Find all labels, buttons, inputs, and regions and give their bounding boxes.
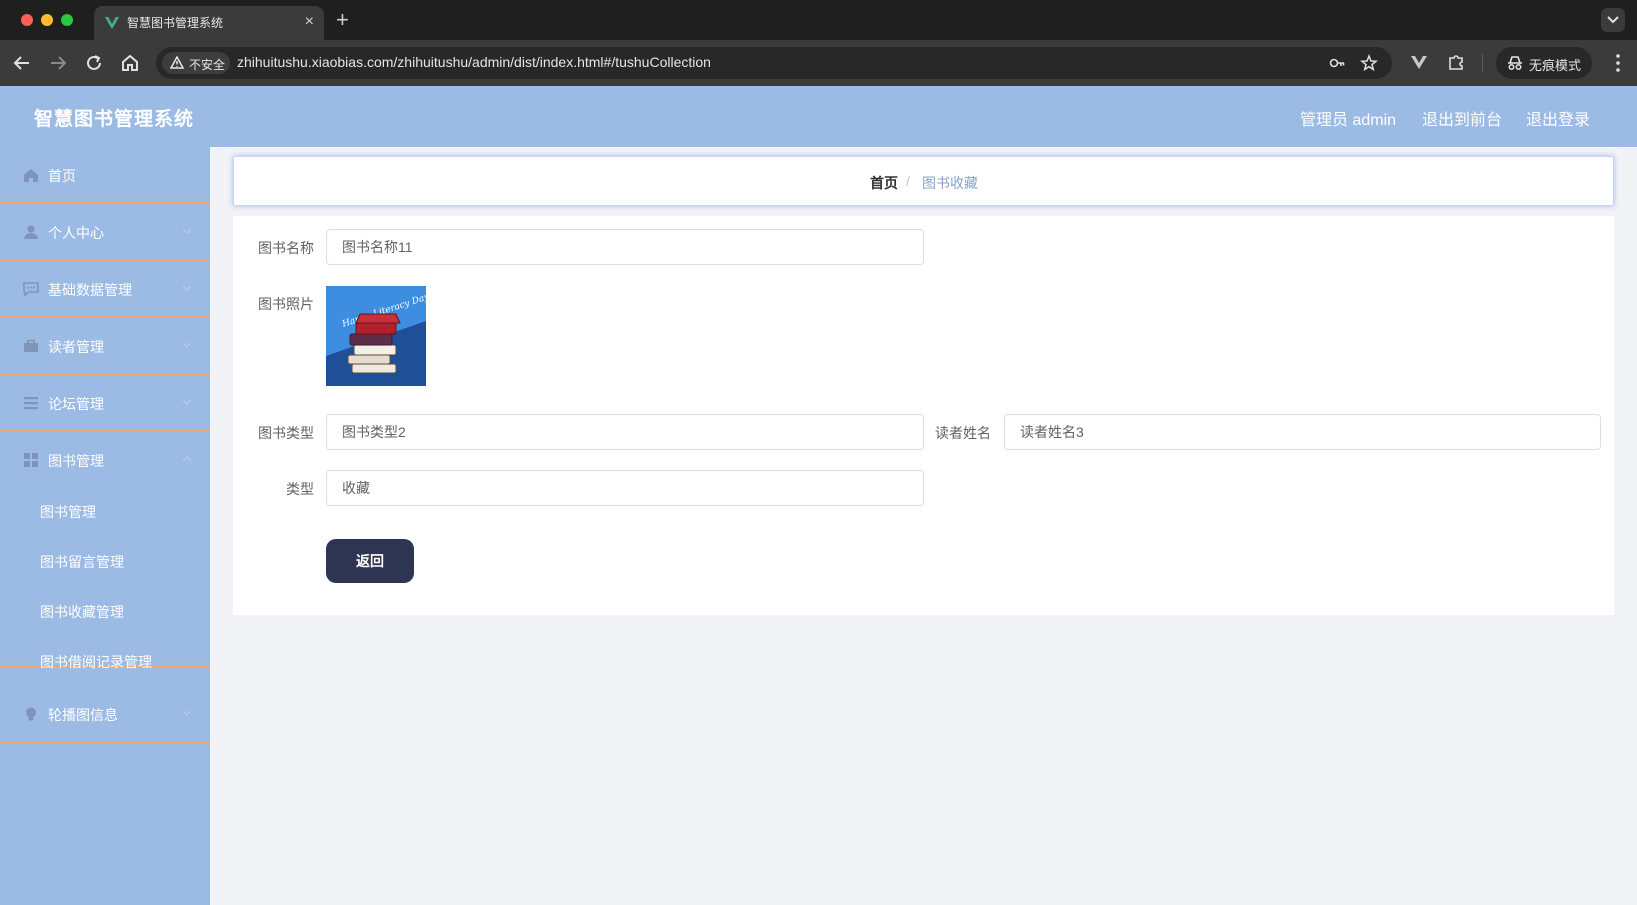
chevron-down-icon [182, 228, 192, 234]
exit-to-frontend-link[interactable]: 退出到前台 [1422, 106, 1502, 130]
submenu-book-collections[interactable]: 图书收藏管理 [40, 602, 124, 622]
chevron-down-icon [1607, 16, 1619, 24]
reader-name-label: 读者姓名 [935, 425, 991, 441]
incognito-icon [1508, 56, 1522, 70]
book-name-field[interactable]: 图书名称11 [326, 229, 924, 265]
address-bar[interactable]: 不安全 zhihuitushu.xiaobias.com/zhihuitushu… [156, 47, 1392, 79]
browser-toolbar: 不安全 zhihuitushu.xiaobias.com/zhihuitushu… [0, 40, 1637, 86]
book-type-field[interactable]: 图书类型2 [326, 414, 924, 450]
bulb-icon [26, 707, 36, 721]
window-minimize-icon[interactable] [41, 14, 53, 26]
book-photo: Happy Literacy Day! [326, 286, 426, 386]
tab-close-icon[interactable]: × [305, 12, 314, 32]
vue-devtools-icon[interactable] [1409, 52, 1429, 72]
breadcrumb-separator: / [906, 173, 910, 189]
window-maximize-icon[interactable] [61, 14, 73, 26]
more-menu-icon[interactable] [1608, 52, 1628, 74]
type-label: 类型 [286, 481, 314, 497]
warning-icon [170, 56, 184, 69]
toolbar-divider [1482, 54, 1483, 72]
book-photo-label: 图书照片 [258, 296, 314, 312]
sidebar-item-home[interactable]: 首页 [0, 147, 210, 204]
app-root: 智慧图书管理系统 管理员 admin 退出到前台 退出登录 首页 个人中心 基础… [0, 86, 1637, 905]
sidebar-item-label: 图书管理 [48, 453, 104, 469]
reload-icon[interactable] [83, 52, 105, 74]
security-label: 不安全 [189, 58, 226, 72]
chevron-up-icon [182, 456, 192, 462]
home-icon[interactable] [119, 52, 141, 74]
submenu-book-borrow-records[interactable]: 图书借阅记录管理 [40, 652, 152, 672]
tab-title: 智慧图书管理系统 [127, 16, 224, 30]
book-stack-image: Happy Literacy Day! [326, 286, 426, 386]
app-title: 智慧图书管理系统 [34, 109, 195, 130]
incognito-indicator[interactable]: 无痕模式 [1496, 47, 1592, 79]
user-icon [24, 225, 38, 239]
forward-arrow-icon[interactable] [47, 52, 69, 74]
grid-icon [24, 453, 38, 467]
sidebar-item-label: 首页 [48, 168, 76, 184]
chevron-down-icon [182, 342, 192, 348]
chevron-down-icon [182, 285, 192, 291]
app-header: 智慧图书管理系统 管理员 admin 退出到前台 退出登录 [0, 86, 1637, 147]
home-icon [24, 169, 38, 182]
sidebar-item-readers[interactable]: 读者管理 [0, 318, 210, 375]
url-text[interactable]: zhihuitushu.xiaobias.com/zhihuitushu/adm… [237, 54, 711, 70]
vue-logo-icon [105, 17, 119, 29]
new-tab-icon[interactable]: + [336, 7, 349, 33]
chevron-down-icon [182, 710, 192, 716]
sidebar-item-base-data[interactable]: 基础数据管理 [0, 261, 210, 318]
sidebar-item-label: 个人中心 [48, 225, 104, 241]
book-type-label: 图书类型 [258, 425, 314, 441]
chevron-down-icon [182, 399, 192, 405]
submenu-book-management[interactable]: 图书管理 [40, 502, 96, 522]
sidebar-item-label: 基础数据管理 [48, 282, 132, 298]
incognito-label: 无痕模式 [1529, 58, 1582, 73]
back-button[interactable]: 返回 [326, 539, 414, 583]
sidebar-item-label: 论坛管理 [48, 396, 104, 412]
collection-detail-form: 图书名称 图书名称11 图书照片 Happy Literacy Day! 图书类… [233, 216, 1614, 615]
list-icon [24, 397, 38, 410]
submenu-book-comments[interactable]: 图书留言管理 [40, 552, 124, 572]
breadcrumb: 首页 / 图书收藏 [233, 156, 1614, 206]
security-indicator[interactable]: 不安全 [162, 52, 230, 74]
type-field[interactable]: 收藏 [326, 470, 924, 506]
sidebar-item-forum[interactable]: 论坛管理 [0, 375, 210, 432]
sidebar-item-label: 读者管理 [48, 339, 104, 355]
briefcase-icon [24, 339, 38, 352]
breadcrumb-home[interactable]: 首页 [870, 173, 898, 193]
password-key-icon[interactable] [1328, 54, 1346, 72]
sidebar-item-carousel[interactable]: 轮播图信息 [0, 686, 210, 743]
breadcrumb-current: 图书收藏 [922, 175, 978, 191]
window-close-icon[interactable] [21, 14, 33, 26]
book-name-label: 图书名称 [258, 240, 314, 256]
browser-tab-bar: 智慧图书管理系统 × + [0, 0, 1637, 40]
logout-link[interactable]: 退出登录 [1526, 106, 1590, 130]
current-user-label: 管理员 admin [1300, 112, 1397, 129]
extensions-puzzle-icon[interactable] [1446, 52, 1466, 72]
reader-name-field[interactable]: 读者姓名3 [1004, 414, 1601, 450]
sidebar-item-label: 轮播图信息 [48, 707, 118, 723]
browser-tab[interactable]: 智慧图书管理系统 × [94, 6, 324, 40]
sidebar: 首页 个人中心 基础数据管理 读者管理 论坛管理 图书管理 图书管理 图书留言管… [0, 147, 210, 905]
sidebar-item-profile[interactable]: 个人中心 [0, 204, 210, 261]
sidebar-item-books[interactable]: 图书管理 图书管理 图书留言管理 图书收藏管理 图书借阅记录管理 [0, 432, 210, 670]
tab-search-button[interactable] [1601, 8, 1625, 32]
chat-icon [23, 282, 39, 297]
bookmark-star-icon[interactable] [1360, 54, 1378, 72]
back-arrow-icon[interactable] [11, 52, 33, 74]
